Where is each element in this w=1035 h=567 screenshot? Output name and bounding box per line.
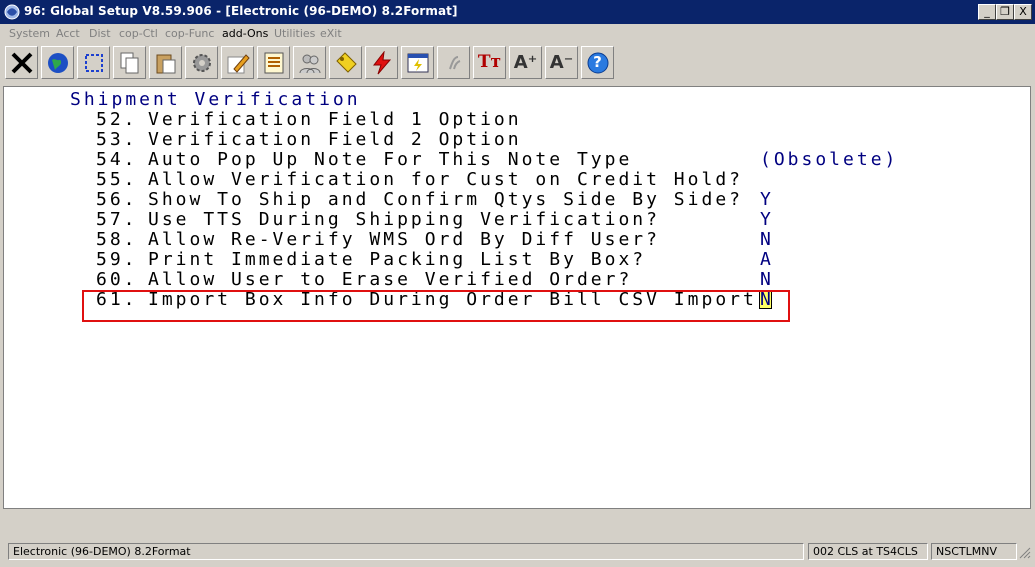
setting-value-58[interactable]: N xyxy=(760,229,774,250)
help-button[interactable]: ? xyxy=(581,46,614,79)
status-bar: Electronic (96-DEMO) 8.2Format 002 CLS a… xyxy=(0,541,1035,565)
restore-button[interactable]: ❐ xyxy=(996,4,1014,20)
window-title: 96: Global Setup V8.59.906 - [Electronic… xyxy=(24,4,458,18)
menu-cop-func[interactable]: cop-Func xyxy=(165,27,214,40)
setting-row-53[interactable]: 53. Verification Field 2 Option xyxy=(96,129,519,150)
setting-row-60[interactable]: 60. Allow User to Erase Verified Order? xyxy=(96,269,629,290)
paste-button[interactable] xyxy=(149,46,182,79)
app-window: 96: Global Setup V8.59.906 - [Electronic… xyxy=(0,0,1035,567)
row-number: 52. xyxy=(96,109,138,130)
menu-system[interactable]: System xyxy=(9,27,50,40)
row-number: 56. xyxy=(96,189,138,210)
setting-row-54[interactable]: 54. Auto Pop Up Note For This Note Type xyxy=(96,149,629,170)
menu-cop-ctl[interactable]: cop-Ctl xyxy=(119,27,158,40)
font-bigger-button[interactable]: A⁺ xyxy=(509,46,542,79)
row-label: Show To Ship and Confirm Qtys Side By Si… xyxy=(148,189,743,210)
menu-acct[interactable]: Acct xyxy=(56,27,80,40)
status-session: 002 CLS at TS4CLS xyxy=(808,543,928,560)
notes-button[interactable] xyxy=(257,46,290,79)
globe-icon xyxy=(48,53,68,73)
app-icon xyxy=(4,4,20,20)
row-number: 58. xyxy=(96,229,138,250)
setting-value-56[interactable]: Y xyxy=(760,189,774,210)
row-number: 59. xyxy=(96,249,138,270)
screen-run-button[interactable] xyxy=(401,46,434,79)
note-list-icon xyxy=(264,52,284,74)
globe-button[interactable] xyxy=(41,46,74,79)
setting-row-57[interactable]: 57. Use TTS During Shipping Verification… xyxy=(96,209,657,230)
font-style-icon: Tт xyxy=(477,52,502,72)
cancel-x-button[interactable] xyxy=(5,46,38,79)
select-button[interactable] xyxy=(77,46,110,79)
setting-value-54[interactable]: (Obsolete) xyxy=(760,149,898,170)
status-program: NSCTLMNV xyxy=(931,543,1017,560)
copy-button[interactable] xyxy=(113,46,146,79)
pencil-icon xyxy=(227,54,250,74)
row-number: 54. xyxy=(96,149,138,170)
setting-row-59[interactable]: 59. Print Immediate Packing List By Box? xyxy=(96,249,643,270)
gear-icon xyxy=(193,54,211,72)
setting-row-52[interactable]: 52. Verification Field 1 Option xyxy=(96,109,519,130)
setting-value-59[interactable]: A xyxy=(760,249,774,270)
minimize-button[interactable]: _ xyxy=(978,4,996,20)
row-label: Auto Pop Up Note For This Note Type xyxy=(148,149,633,170)
resize-grip-icon[interactable] xyxy=(1019,547,1031,559)
font-smaller-icon: A⁻ xyxy=(549,52,574,73)
settings-button[interactable] xyxy=(185,46,218,79)
setting-value-60[interactable]: N xyxy=(760,269,774,290)
close-button[interactable]: X xyxy=(1014,4,1032,20)
users-icon xyxy=(299,54,321,74)
settings-screen: Shipment Verification 52. Verification F… xyxy=(3,86,1031,509)
menu-utilities[interactable]: Utilities xyxy=(274,27,315,40)
menu-dist[interactable]: Dist xyxy=(89,27,111,40)
menu-add-ons[interactable]: add-Ons xyxy=(222,27,268,40)
run-button[interactable] xyxy=(365,46,398,79)
row-label: Allow User to Erase Verified Order? xyxy=(148,269,633,290)
row-label: Allow Re-Verify WMS Ord By Diff User? xyxy=(148,229,660,250)
menu-exit[interactable]: eXit xyxy=(320,27,342,40)
row-label: Print Immediate Packing List By Box? xyxy=(148,249,647,270)
font-bigger-icon: A⁺ xyxy=(513,52,538,73)
dashed-square-icon xyxy=(85,54,103,72)
setting-row-56[interactable]: 56. Show To Ship and Confirm Qtys Side B… xyxy=(96,189,740,210)
row-label: Allow Verification for Cust on Credit Ho… xyxy=(148,169,743,190)
help-question-mark: ? xyxy=(593,53,602,71)
lightning-icon xyxy=(372,51,392,75)
menu-bar: System Acct Dist cop-Ctl cop-Func add-On… xyxy=(0,24,1035,43)
row-number: 57. xyxy=(96,209,138,230)
script-button[interactable] xyxy=(437,46,470,79)
edit-button[interactable] xyxy=(221,46,254,79)
row-number: 53. xyxy=(96,129,138,150)
copy-icon xyxy=(120,52,139,74)
tag-icon xyxy=(336,52,357,73)
toolbar: Tт A⁺ A⁻ ? xyxy=(0,44,1035,84)
row-label: Verification Field 1 Option xyxy=(148,109,522,130)
status-company: Electronic (96-DEMO) 8.2Format xyxy=(8,543,804,560)
setting-row-58[interactable]: 58. Allow Re-Verify WMS Ord By Diff User… xyxy=(96,229,657,250)
tag-button[interactable] xyxy=(329,46,362,79)
setting-value-57[interactable]: Y xyxy=(760,209,774,230)
row-label: Verification Field 2 Option xyxy=(148,129,522,150)
script-icon xyxy=(449,56,461,70)
row-number: 55. xyxy=(96,169,138,190)
highlight-annotation xyxy=(82,290,790,322)
font-smaller-button[interactable]: A⁻ xyxy=(545,46,578,79)
x-close-icon xyxy=(11,52,33,74)
row-label: Use TTS During Shipping Verification? xyxy=(148,209,660,230)
clipboard-icon xyxy=(156,54,176,74)
font-style-button[interactable]: Tт xyxy=(473,46,506,79)
title-bar[interactable]: 96: Global Setup V8.59.906 - [Electronic… xyxy=(0,0,1035,24)
section-title: Shipment Verification xyxy=(70,89,361,110)
row-number: 60. xyxy=(96,269,138,290)
users-button[interactable] xyxy=(293,46,326,79)
setting-row-55[interactable]: 55. Allow Verification for Cust on Credi… xyxy=(96,169,740,190)
window-lightning-icon xyxy=(407,53,429,73)
